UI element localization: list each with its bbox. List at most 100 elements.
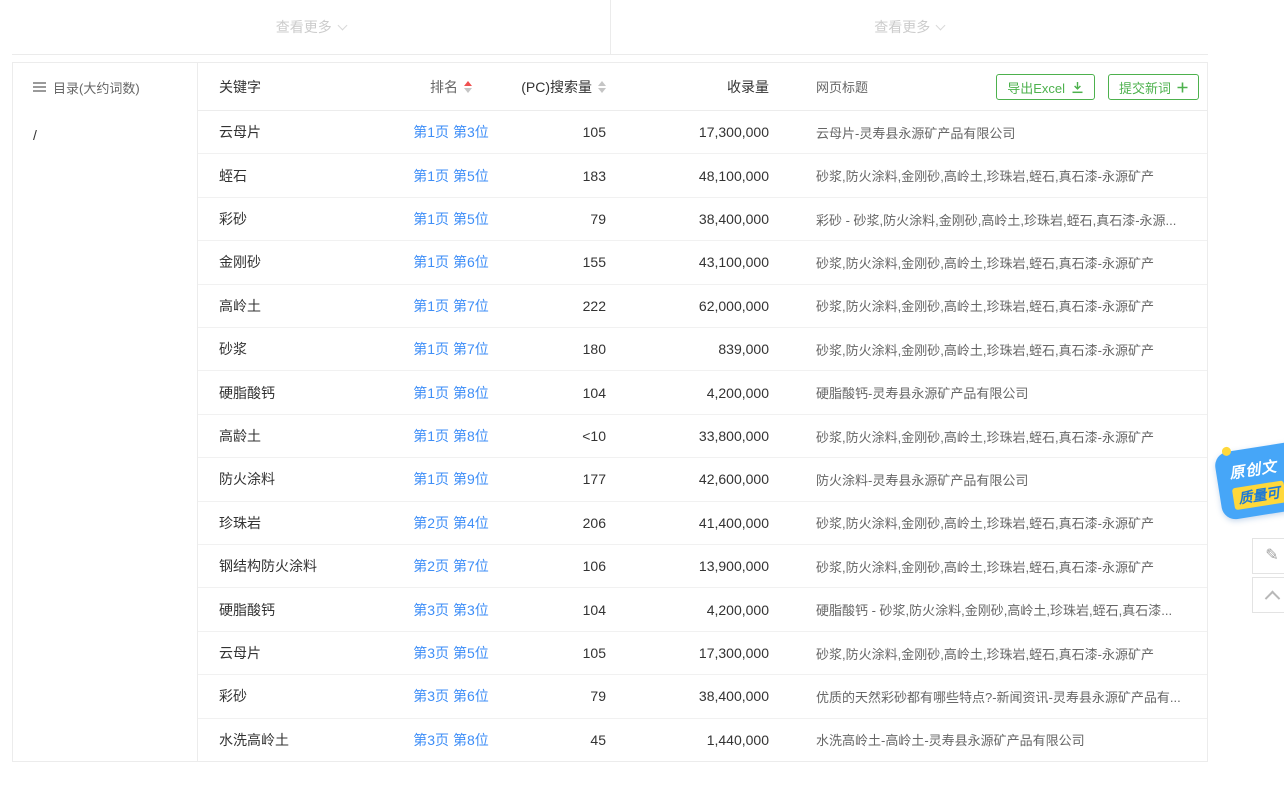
keyword-cell: 彩砂	[198, 686, 401, 706]
directory-title: 目录(大约词数)	[33, 63, 197, 111]
index-cell: 13,900,000	[616, 558, 779, 574]
table-row: 金刚砂 第1页 第6位 155 43,100,000 砂浆,防火涂料,金刚砂,高…	[198, 241, 1207, 284]
plus-icon	[1177, 82, 1188, 93]
keyword-cell: 钢结构防火涂料	[198, 556, 401, 576]
rank-link[interactable]: 第1页 第6位	[413, 254, 488, 270]
table-row: 水洗高岭土 第3页 第8位 45 1,440,000 水洗高岭土-高岭土-灵寿县…	[198, 719, 1207, 761]
sidebar-item-root[interactable]: /	[33, 127, 197, 143]
rank-link[interactable]: 第3页 第3位	[413, 602, 488, 618]
table-toolbar: 导出Excel 提交新词	[996, 74, 1199, 100]
volume-cell: 79	[501, 688, 616, 704]
table-header-row: 关键字 排名 (PC)搜索量 收录量 网页标题 导出Excel	[198, 63, 1207, 111]
keyword-cell: 硬脂酸钙	[198, 383, 401, 403]
back-to-top-button[interactable]	[1252, 577, 1284, 613]
keyword-cell: 云母片	[198, 122, 401, 142]
badge-dot-icon	[1221, 446, 1231, 456]
badge-line1: 原创文	[1228, 453, 1284, 484]
list-icon	[33, 82, 46, 93]
volume-cell: 222	[501, 298, 616, 314]
volume-cell: 105	[501, 124, 616, 140]
page-title-cell: 砂浆,防火涂料,金刚砂,高岭土,珍珠岩,蛭石,真石漆-永源矿产	[779, 296, 1207, 315]
index-cell: 43,100,000	[616, 254, 779, 270]
table-row: 蛭石 第1页 第5位 183 48,100,000 砂浆,防火涂料,金刚砂,高岭…	[198, 154, 1207, 197]
rank-link[interactable]: 第2页 第7位	[413, 558, 488, 574]
header-rank-label: 排名	[430, 77, 458, 97]
header-volume-label: (PC)搜索量	[521, 77, 592, 97]
table-row: 彩砂 第1页 第5位 79 38,400,000 彩砂 - 砂浆,防火涂料,金刚…	[198, 198, 1207, 241]
directory-title-label: 目录(大约词数)	[53, 78, 140, 97]
edit-button[interactable]: ✎	[1252, 538, 1284, 574]
page-title-cell: 防火涂料-灵寿县永源矿产品有限公司	[779, 470, 1207, 489]
volume-cell: 104	[501, 602, 616, 618]
view-more-left-link[interactable]: 查看更多	[12, 0, 611, 54]
sort-asc-icon	[464, 81, 472, 86]
rank-link[interactable]: 第1页 第5位	[413, 168, 488, 184]
table-body: 云母片 第1页 第3位 105 17,300,000 云母片-灵寿县永源矿产品有…	[198, 111, 1207, 761]
page-title-cell: 砂浆,防火涂料,金刚砂,高岭土,珍珠岩,蛭石,真石漆-永源矿产	[779, 644, 1207, 663]
volume-sort-button[interactable]	[598, 81, 606, 93]
view-more-right-link[interactable]: 查看更多	[611, 0, 1209, 54]
rank-link[interactable]: 第1页 第8位	[413, 428, 488, 444]
volume-cell: 45	[501, 732, 616, 748]
keyword-table: 关键字 排名 (PC)搜索量 收录量 网页标题 导出Excel	[198, 63, 1207, 761]
rank-link[interactable]: 第1页 第8位	[413, 385, 488, 401]
pencil-icon: ✎	[1265, 548, 1278, 564]
submit-new-words-label: 提交新词	[1119, 78, 1171, 97]
page-title-cell: 砂浆,防火涂料,金刚砂,高岭土,珍珠岩,蛭石,真石漆-永源矿产	[779, 557, 1207, 576]
header-rank[interactable]: 排名	[401, 77, 501, 97]
rank-link[interactable]: 第1页 第7位	[413, 341, 488, 357]
page-title-cell: 云母片-灵寿县永源矿产品有限公司	[779, 123, 1207, 142]
page-title-cell: 砂浆,防火涂料,金刚砂,高岭土,珍珠岩,蛭石,真石漆-永源矿产	[779, 340, 1207, 359]
index-cell: 4,200,000	[616, 602, 779, 618]
badge-line2: 质量可	[1232, 480, 1284, 510]
volume-cell: 105	[501, 645, 616, 661]
rank-sort-button[interactable]	[464, 81, 472, 93]
header-volume[interactable]: (PC)搜索量	[501, 77, 616, 97]
chevron-down-icon	[337, 20, 347, 30]
index-cell: 1,440,000	[616, 732, 779, 748]
header-index: 收录量	[616, 77, 779, 97]
rank-link[interactable]: 第3页 第6位	[413, 688, 488, 704]
keyword-cell: 水洗高岭土	[198, 730, 401, 750]
download-icon	[1071, 81, 1084, 94]
rank-link[interactable]: 第3页 第5位	[413, 645, 488, 661]
promo-badge[interactable]: 原创文 质量可	[1213, 441, 1284, 521]
table-row: 彩砂 第3页 第6位 79 38,400,000 优质的天然彩砂都有哪些特点?-…	[198, 675, 1207, 718]
page-title-cell: 砂浆,防火涂料,金刚砂,高岭土,珍珠岩,蛭石,真石漆-永源矿产	[779, 253, 1207, 272]
chevron-up-icon	[1264, 590, 1280, 606]
submit-new-words-button[interactable]: 提交新词	[1108, 74, 1199, 100]
top-strip: 查看更多 查看更多	[12, 0, 1208, 55]
index-cell: 41,400,000	[616, 515, 779, 531]
index-cell: 48,100,000	[616, 168, 779, 184]
sort-desc-icon	[464, 88, 472, 93]
table-row: 云母片 第3页 第5位 105 17,300,000 砂浆,防火涂料,金刚砂,高…	[198, 632, 1207, 675]
rank-link[interactable]: 第3页 第8位	[413, 732, 488, 748]
page-title-cell: 硬脂酸钙-灵寿县永源矿产品有限公司	[779, 383, 1207, 402]
index-cell: 839,000	[616, 341, 779, 357]
rank-link[interactable]: 第1页 第9位	[413, 471, 488, 487]
chevron-down-icon	[936, 20, 946, 30]
export-excel-button[interactable]: 导出Excel	[996, 74, 1095, 100]
page-title-cell: 砂浆,防火涂料,金刚砂,高岭土,珍珠岩,蛭石,真石漆-永源矿产	[779, 427, 1207, 446]
rank-link[interactable]: 第1页 第7位	[413, 298, 488, 314]
volume-cell: 180	[501, 341, 616, 357]
rank-link[interactable]: 第1页 第5位	[413, 211, 488, 227]
table-row: 砂浆 第1页 第7位 180 839,000 砂浆,防火涂料,金刚砂,高岭土,珍…	[198, 328, 1207, 371]
index-cell: 62,000,000	[616, 298, 779, 314]
page-title-cell: 彩砂 - 砂浆,防火涂料,金刚砂,高岭土,珍珠岩,蛭石,真石漆-永源...	[779, 210, 1207, 229]
volume-cell: 177	[501, 471, 616, 487]
page-title-cell: 砂浆,防火涂料,金刚砂,高岭土,珍珠岩,蛭石,真石漆-永源矿产	[779, 166, 1207, 185]
view-more-left-label: 查看更多	[276, 17, 332, 37]
volume-cell: 104	[501, 385, 616, 401]
table-row: 钢结构防火涂料 第2页 第7位 106 13,900,000 砂浆,防火涂料,金…	[198, 545, 1207, 588]
index-cell: 38,400,000	[616, 688, 779, 704]
keyword-cell: 云母片	[198, 643, 401, 663]
export-excel-label: 导出Excel	[1007, 78, 1065, 97]
rank-link[interactable]: 第1页 第3位	[413, 124, 488, 140]
keyword-rank-panel: 目录(大约词数) / 关键字 排名 (PC)搜索量 收录量 网页标题	[12, 62, 1208, 762]
directory-sidebar: 目录(大约词数) /	[13, 63, 198, 761]
rank-link[interactable]: 第2页 第4位	[413, 515, 488, 531]
index-cell: 17,300,000	[616, 645, 779, 661]
keyword-cell: 高龄土	[198, 426, 401, 446]
sort-desc-icon	[598, 88, 606, 93]
